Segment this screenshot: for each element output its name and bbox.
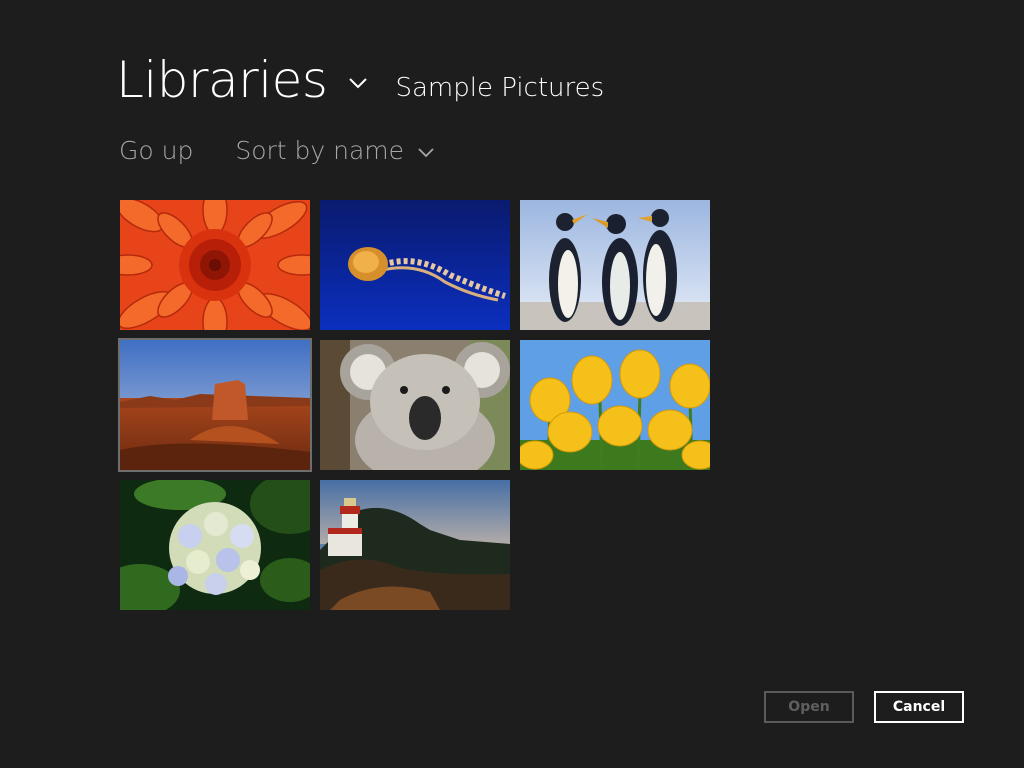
chevron-down-icon[interactable] [347, 72, 369, 94]
go-up-button[interactable]: Go up [119, 134, 193, 168]
chevron-down-icon [418, 148, 434, 158]
koala-image [320, 340, 510, 470]
tulips-image [520, 340, 710, 470]
picker-header: Libraries Sample Pictures [116, 48, 604, 112]
sort-dropdown[interactable]: Sort by name [235, 134, 436, 168]
desert-image [120, 340, 310, 470]
sort-label: Sort by name [235, 136, 405, 165]
picture-tile-koala[interactable] [320, 340, 510, 470]
picture-tile-desert[interactable] [118, 338, 312, 472]
picture-tile-lighthouse[interactable] [320, 480, 510, 610]
picture-tile-hydrangeas[interactable] [120, 480, 310, 610]
picker-toolbar: Go up Sort by name [119, 134, 436, 168]
picture-tile-jellyfish[interactable] [320, 200, 510, 330]
jellyfish-image [320, 200, 510, 330]
open-button[interactable]: Open [764, 691, 854, 723]
hydrangeas-image [120, 480, 310, 610]
picture-tile-chrysanthemum[interactable] [120, 200, 310, 330]
location-title: Sample Pictures [395, 73, 605, 103]
penguins-image [520, 200, 710, 330]
lighthouse-image [320, 480, 510, 610]
library-title[interactable]: Libraries [116, 48, 328, 112]
picture-tile-tulips[interactable] [520, 340, 710, 470]
chrysanthemum-image [120, 200, 310, 330]
cancel-button[interactable]: Cancel [874, 691, 964, 723]
file-picker: Libraries Sample Pictures Go up Sort by … [0, 0, 1024, 768]
picture-grid [118, 200, 710, 610]
picture-tile-penguins[interactable] [520, 200, 710, 330]
